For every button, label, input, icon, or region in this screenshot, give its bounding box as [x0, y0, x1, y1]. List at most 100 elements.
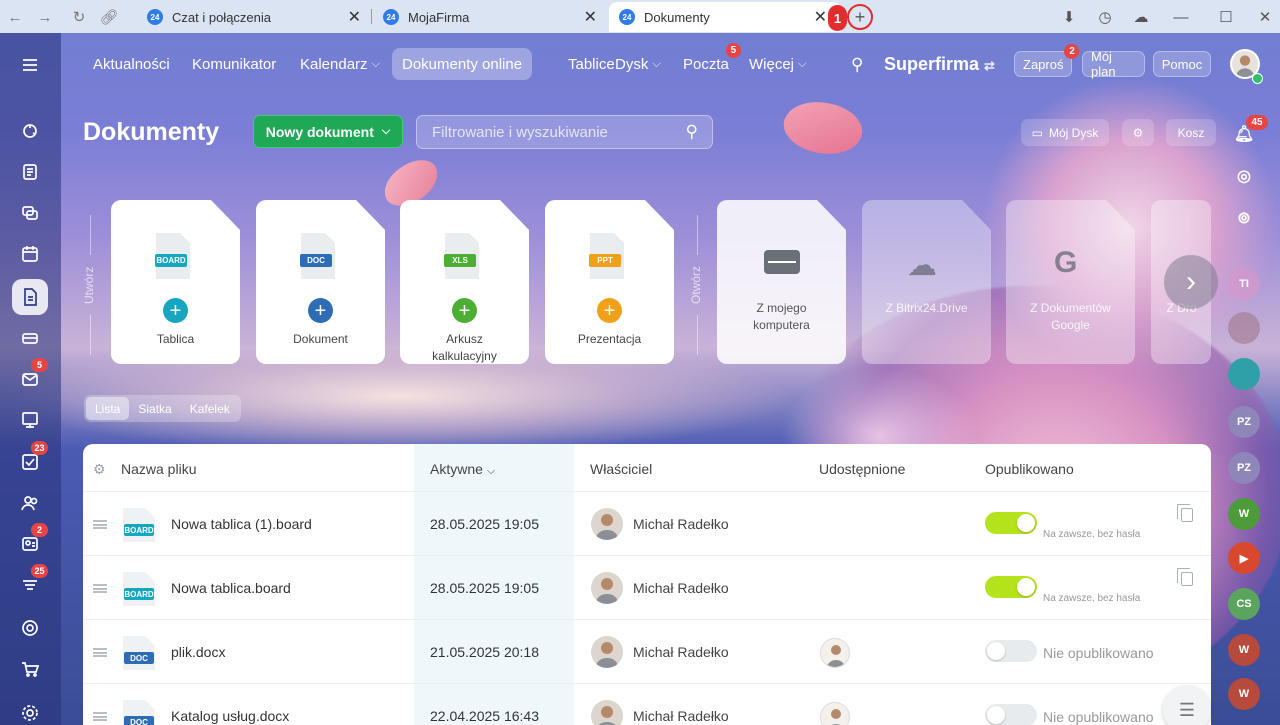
view-list-button[interactable]: Lista — [86, 397, 130, 420]
sidebar-item-calendar[interactable] — [12, 236, 48, 272]
create-board-card[interactable]: BOARD + Tablica — [111, 200, 240, 364]
chat-avatar[interactable]: PZ — [1228, 406, 1260, 438]
sidebar-item-documents[interactable] — [12, 279, 48, 315]
file-name-link[interactable]: Nowa tablica (1).board — [171, 516, 312, 532]
video-call-icon[interactable]: ▶ — [1228, 542, 1260, 574]
column-header-shared[interactable]: Udostępnione — [819, 461, 905, 477]
cloud-icon[interactable]: ☁︎ — [1130, 6, 1152, 28]
column-header-active[interactable]: Aktywne ⌵ — [430, 461, 495, 478]
new-document-button[interactable]: Nowy dokument ⌵ — [253, 115, 403, 148]
sidebar-item-shop[interactable] — [12, 651, 48, 687]
chat-avatar[interactable]: PZ — [1228, 452, 1260, 484]
file-name-link[interactable]: plik.docx — [171, 644, 225, 660]
table-settings-gear-icon[interactable]: ⚙ — [93, 461, 106, 478]
close-window-icon[interactable]: ✕ — [1254, 6, 1276, 28]
help-button[interactable]: Pomoc — [1153, 51, 1211, 77]
nav-kalendarz[interactable]: Kalendarz ⌵ — [290, 48, 390, 80]
publish-toggle[interactable] — [985, 640, 1037, 662]
download-icon[interactable]: ⬇︎ — [1058, 6, 1080, 28]
owner-avatar[interactable] — [591, 700, 623, 725]
open-from-google-docs-card[interactable]: G Z Dokumentów Google — [1006, 200, 1135, 364]
sidebar-item-drive[interactable] — [12, 320, 48, 356]
drag-handle-icon[interactable] — [93, 712, 107, 721]
sidebar-item-feed[interactable] — [12, 154, 48, 190]
owner-name[interactable]: Michał Radełko — [633, 580, 729, 596]
view-grid-button[interactable]: Siatka — [129, 397, 180, 420]
chat-avatar[interactable] — [1228, 358, 1260, 390]
open-from-bitrix-drive-card[interactable]: ☁︎ Z Bitrix24.Drive — [862, 200, 991, 364]
close-tab-icon[interactable]: ✕ — [348, 7, 361, 27]
nav-dokumenty-online[interactable]: Dokumenty online — [392, 48, 533, 80]
publish-toggle[interactable] — [985, 704, 1037, 725]
table-row[interactable]: BOARD Nowa tablica (1).board 28.05.2025 … — [83, 491, 1211, 555]
chat-avatar[interactable]: CS — [1228, 588, 1260, 620]
nav-wiecej[interactable]: Więcej ⌵ — [739, 48, 816, 80]
sidebar-item-activity[interactable] — [12, 113, 48, 149]
search-input[interactable] — [417, 116, 667, 148]
owner-name[interactable]: Michał Radełko — [633, 644, 729, 660]
back-arrow-icon[interactable]: ← — [2, 4, 28, 30]
close-tab-icon[interactable]: ✕ — [584, 7, 597, 27]
my-plan-button[interactable]: Mój plan — [1082, 49, 1145, 79]
sidebar-item-employees[interactable] — [12, 485, 48, 521]
create-presentation-card[interactable]: PPT + Prezentacja — [545, 200, 674, 364]
shared-user-avatar[interactable] — [820, 702, 850, 725]
sidebar-item-goals[interactable] — [12, 610, 48, 646]
chat-avatar[interactable]: W — [1228, 678, 1260, 710]
publish-toggle[interactable] — [985, 512, 1037, 534]
publish-toggle[interactable] — [985, 576, 1037, 598]
view-tile-button[interactable]: Kafelek — [181, 397, 239, 420]
search-icon[interactable]: ⚲ — [686, 122, 698, 142]
forward-arrow-icon[interactable]: → — [32, 4, 58, 30]
browser-tab-chat[interactable]: 24 Czat i połączenia ✕ — [137, 2, 369, 32]
chevron-right-icon[interactable]: › — [1164, 255, 1218, 309]
chat-avatar[interactable]: W — [1228, 498, 1260, 530]
spiral-icon[interactable]: ◎ — [1228, 160, 1260, 192]
column-header-published[interactable]: Opublikowano — [985, 461, 1074, 477]
new-tab-button[interactable]: + — [847, 4, 873, 30]
table-row[interactable]: DOC Katalog usług.docx 22.04.2025 16:43 … — [83, 683, 1211, 725]
nav-komunikator[interactable]: Komunikator — [182, 48, 286, 80]
my-drive-button[interactable]: ▭ Mój Dysk — [1021, 119, 1109, 146]
table-row[interactable]: BOARD Nowa tablica.board 28.05.2025 19:0… — [83, 555, 1211, 619]
owner-avatar[interactable] — [591, 572, 623, 604]
sidebar-item-contacts[interactable]: 2 — [12, 523, 48, 562]
settings-gear-icon[interactable] — [12, 695, 48, 725]
copy-link-icon[interactable] — [1177, 568, 1193, 586]
sidebar-item-chat[interactable] — [12, 195, 48, 231]
company-name[interactable]: Superfirma ⇄ — [884, 54, 995, 75]
open-from-computer-card[interactable]: Z mojego komputera — [717, 200, 846, 364]
column-header-owner[interactable]: Właściciel — [590, 461, 652, 477]
column-header-name[interactable]: Nazwa pliku — [121, 461, 196, 477]
sidebar-item-mail[interactable]: 5 — [12, 358, 48, 397]
chat-avatar[interactable]: TI — [1228, 268, 1260, 300]
table-row[interactable]: DOC plik.docx 21.05.2025 20:18 Michał Ra… — [83, 619, 1211, 683]
sidebar-item-tasks[interactable]: 23 — [12, 441, 48, 480]
copy-link-icon[interactable] — [1177, 504, 1193, 522]
file-name-link[interactable]: Nowa tablica.board — [171, 580, 291, 596]
nav-aktualnosci[interactable]: Aktualności — [83, 48, 180, 80]
maximize-icon[interactable]: ☐ — [1215, 6, 1237, 28]
create-spreadsheet-card[interactable]: XLS + Arkusz kalkulacyjny — [400, 200, 529, 364]
shared-user-avatar[interactable] — [820, 638, 850, 668]
sidebar-item-filters[interactable]: 25 — [12, 564, 48, 603]
history-icon[interactable]: ◷ — [1094, 6, 1116, 28]
search-icon[interactable]: ⚲ — [851, 55, 863, 75]
drag-handle-icon[interactable] — [93, 584, 107, 593]
copilot-icon[interactable]: ⊚ — [1228, 202, 1260, 234]
chat-avatar[interactable]: W — [1228, 634, 1260, 666]
create-document-card[interactable]: DOC + Dokument — [256, 200, 385, 364]
browser-tab-mojafirma[interactable]: 24 MojaFirma ✕ — [373, 2, 605, 32]
sidebar-item-boards[interactable] — [12, 402, 48, 438]
file-name-link[interactable]: Katalog usług.docx — [171, 708, 289, 724]
settings-gear-icon[interactable]: ⚙ — [1122, 119, 1154, 146]
owner-avatar[interactable] — [591, 636, 623, 668]
close-tab-icon[interactable]: ✕ — [814, 7, 827, 27]
link-icon[interactable]: 🔗︎ — [96, 4, 122, 30]
owner-name[interactable]: Michał Radełko — [633, 708, 729, 724]
browser-tab-dokumenty[interactable]: 24 Dokumenty ✕ — [609, 2, 841, 32]
reload-icon[interactable]: ↻ — [66, 4, 92, 30]
drag-handle-icon[interactable] — [93, 520, 107, 529]
trash-button[interactable]: Kosz — [1166, 119, 1216, 146]
nav-poczta[interactable]: Poczta 5 — [673, 43, 741, 80]
